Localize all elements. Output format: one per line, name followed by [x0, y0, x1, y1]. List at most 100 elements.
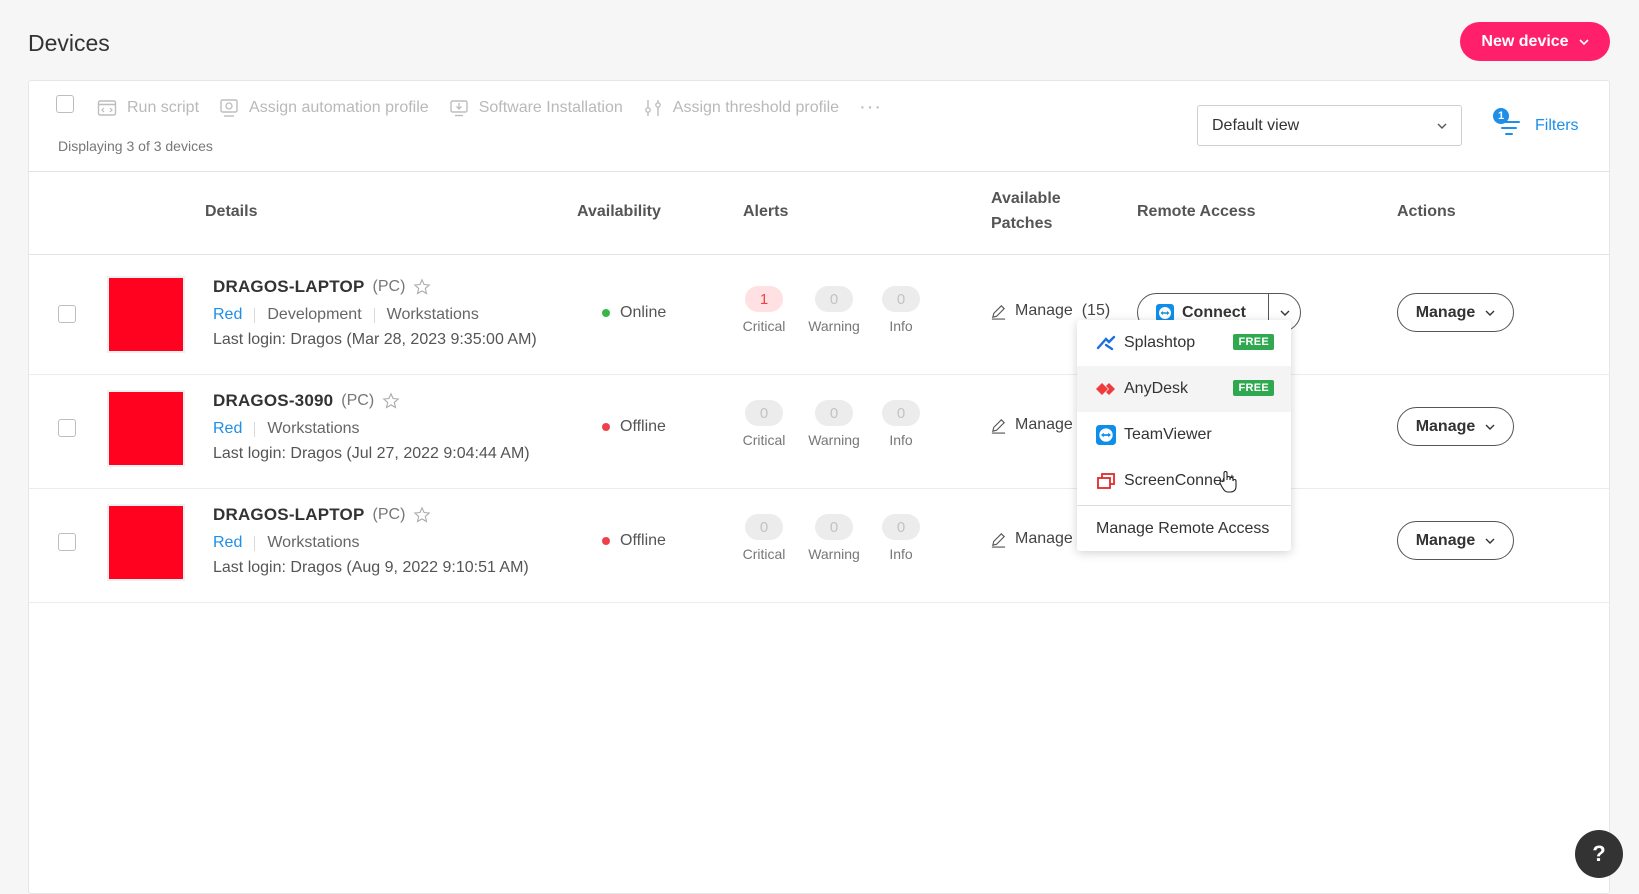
table-row[interactable]: DRAGOS-LAPTOP (PC) Red Development Works…: [29, 256, 1609, 375]
last-login: Last login: Dragos (Jul 27, 2022 9:04:44…: [213, 445, 530, 462]
remote-access-menu: Splashtop FREE AnyDesk FREE TeamViewer S…: [1077, 320, 1291, 551]
connect-label: Connect: [1182, 303, 1246, 321]
alert-info[interactable]: 0 Info: [871, 514, 931, 562]
filter-icon: 1: [1493, 107, 1523, 138]
splashtop-icon: [1096, 335, 1116, 351]
star-icon[interactable]: [413, 506, 431, 524]
last-login: Last login: Dragos (Aug 9, 2022 9:10:51 …: [213, 559, 529, 576]
manage-button[interactable]: Manage: [1397, 521, 1514, 560]
menu-item-label: AnyDesk: [1124, 380, 1189, 397]
alert-info[interactable]: 0 Info: [871, 400, 931, 448]
filters-label: Filters: [1535, 116, 1579, 134]
patches-manage-link[interactable]: Manage: [990, 416, 1073, 434]
tag-group: Workstations: [386, 306, 479, 323]
col-availability[interactable]: Availability: [577, 203, 661, 221]
run-script-action[interactable]: Run script: [97, 98, 199, 118]
help-button[interactable]: ?: [1575, 830, 1623, 878]
patches-label: Manage (15): [1015, 302, 1111, 319]
tag-organization[interactable]: Red: [213, 420, 254, 438]
assign-automation-action[interactable]: Assign automation profile: [219, 98, 429, 118]
col-details[interactable]: Details: [205, 203, 257, 221]
view-select[interactable]: Default view: [1197, 105, 1462, 146]
pencil-icon: [991, 418, 1006, 434]
menu-item-screenconnect[interactable]: ScreenConnect: [1077, 458, 1291, 504]
manage-button[interactable]: Manage: [1397, 293, 1514, 332]
status-label: Online: [620, 304, 667, 321]
star-icon[interactable]: [413, 278, 431, 296]
patches-manage-link[interactable]: Manage (15): [990, 302, 1110, 320]
warning-label: Warning: [808, 318, 860, 334]
device-type: (PC): [341, 392, 375, 409]
teamviewer-icon: [1156, 303, 1174, 322]
col-alerts[interactable]: Alerts: [743, 203, 788, 221]
info-count: 0: [882, 286, 920, 312]
critical-label: Critical: [742, 318, 786, 334]
table-row[interactable]: DRAGOS-3090 (PC) Red Workstations Last l…: [29, 370, 1609, 489]
manage-button[interactable]: Manage: [1397, 407, 1514, 446]
alert-info[interactable]: 0 Info: [871, 286, 931, 334]
anydesk-icon: [1096, 383, 1115, 395]
menu-item-splashtop[interactable]: Splashtop FREE: [1077, 320, 1291, 366]
tag-organization[interactable]: Red: [213, 306, 254, 324]
script-icon: [97, 99, 117, 116]
more-actions-icon[interactable]: ···: [859, 96, 882, 119]
info-label: Info: [889, 432, 913, 448]
online-status-dot: [602, 309, 610, 317]
warning-count: 0: [815, 514, 853, 540]
filters-button[interactable]: 1 Filters: [1493, 105, 1579, 146]
threshold-icon: [644, 99, 661, 116]
menu-item-anydesk[interactable]: AnyDesk FREE: [1077, 366, 1291, 412]
row-checkbox[interactable]: [58, 533, 76, 551]
automation-icon: [220, 98, 238, 117]
manage-label: Manage: [1415, 417, 1476, 435]
alert-critical[interactable]: 0 Critical: [734, 400, 794, 448]
menu-item-teamviewer[interactable]: TeamViewer: [1077, 412, 1291, 458]
assign-threshold-action[interactable]: Assign threshold profile: [643, 98, 839, 118]
warning-count: 0: [815, 286, 853, 312]
device-name[interactable]: DRAGOS-LAPTOP: [213, 277, 365, 297]
tag-group: Workstations: [267, 420, 360, 437]
software-installation-label: Software Installation: [478, 98, 623, 116]
alert-critical[interactable]: 1 Critical: [734, 286, 794, 334]
device-name[interactable]: DRAGOS-3090: [213, 391, 333, 411]
chevron-down-icon: [1437, 123, 1447, 129]
software-installation-action[interactable]: Software Installation: [449, 98, 623, 118]
info-label: Info: [889, 318, 913, 334]
new-device-button[interactable]: New device: [1460, 22, 1610, 61]
row-checkbox[interactable]: [58, 419, 76, 437]
menu-item-label: ScreenConnect: [1124, 472, 1235, 489]
chevron-down-icon: [1485, 310, 1495, 316]
patches-label: Manage: [1015, 416, 1073, 433]
alert-critical[interactable]: 0 Critical: [734, 514, 794, 562]
manage-label: Manage: [1415, 531, 1476, 549]
select-all-checkbox[interactable]: [56, 95, 74, 113]
screenconnect-icon: [1097, 473, 1115, 489]
star-icon[interactable]: [382, 392, 400, 410]
critical-count: 0: [745, 400, 783, 426]
table-row[interactable]: DRAGOS-LAPTOP (PC) Red Workstations Last…: [29, 484, 1609, 603]
tag-site: Development: [267, 306, 362, 323]
alert-warning[interactable]: 0 Warning: [804, 400, 864, 448]
pencil-icon: [991, 304, 1006, 320]
chevron-down-icon: [1485, 538, 1495, 544]
toolbar: Run script Assign automation profile Sof…: [29, 81, 1609, 172]
offline-status-dot: [602, 537, 610, 545]
new-device-label: New device: [1481, 32, 1569, 50]
teamviewer-icon: [1096, 425, 1116, 445]
critical-count: 1: [745, 286, 783, 312]
row-checkbox[interactable]: [58, 305, 76, 323]
warning-label: Warning: [808, 546, 860, 562]
menu-item-manage-remote-access[interactable]: Manage Remote Access: [1077, 506, 1291, 552]
alert-warning[interactable]: 0 Warning: [804, 286, 864, 334]
patches-manage-link[interactable]: Manage: [990, 530, 1073, 548]
col-actions: Actions: [1397, 203, 1456, 220]
col-remote-access: Remote Access: [1137, 203, 1256, 220]
col-patches-line1[interactable]: Available: [991, 190, 1061, 208]
device-name[interactable]: DRAGOS-LAPTOP: [213, 505, 365, 525]
availability-status: Offline: [602, 418, 666, 436]
col-patches-line2[interactable]: Patches: [991, 215, 1052, 233]
page-title: Devices: [28, 30, 110, 56]
view-select-value: Default view: [1212, 116, 1300, 134]
alert-warning[interactable]: 0 Warning: [804, 514, 864, 562]
tag-organization[interactable]: Red: [213, 534, 254, 552]
